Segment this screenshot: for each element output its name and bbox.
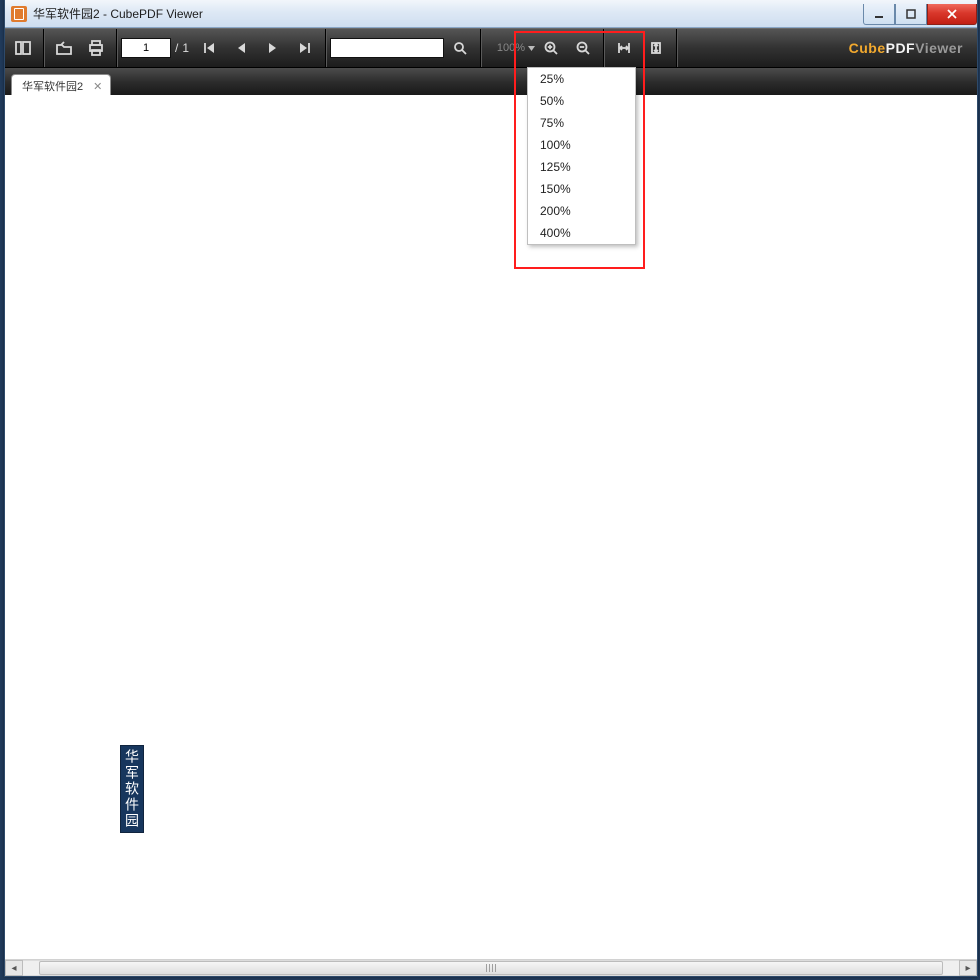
zoom-option[interactable]: 400% xyxy=(528,222,635,244)
zoom-option[interactable]: 75% xyxy=(528,112,635,134)
logo-part1: Cube xyxy=(849,40,886,56)
print-button[interactable] xyxy=(82,34,110,62)
horizontal-scrollbar[interactable]: ◂ ▸ xyxy=(5,959,977,976)
toolbar: / 1 xyxy=(5,28,977,68)
zoom-dropdown-arrow-icon[interactable] xyxy=(527,39,535,57)
document-body-text: 华军软件园 xyxy=(120,745,144,833)
previous-page-button[interactable] xyxy=(227,34,255,62)
app-icon xyxy=(11,6,27,22)
tab-close-icon[interactable]: ✕ xyxy=(93,80,102,93)
open-file-button[interactable] xyxy=(50,34,78,62)
zoom-option[interactable]: 200% xyxy=(528,200,635,222)
next-page-button[interactable] xyxy=(259,34,287,62)
search-button[interactable] xyxy=(446,34,474,62)
page-total: 1 xyxy=(182,41,189,55)
minimize-button[interactable] xyxy=(863,4,895,25)
zoom-option[interactable]: 50% xyxy=(528,90,635,112)
maximize-button[interactable] xyxy=(895,4,927,25)
zoom-out-button[interactable] xyxy=(569,34,597,62)
zoom-option[interactable]: 100% xyxy=(528,134,635,156)
product-logo: CubePDFViewer xyxy=(835,40,977,56)
first-page-button[interactable] xyxy=(195,34,223,62)
scrollbar-track[interactable] xyxy=(23,960,959,976)
scroll-left-button[interactable]: ◂ xyxy=(5,960,23,976)
scrollbar-thumb[interactable] xyxy=(39,961,943,975)
scroll-right-button[interactable]: ▸ xyxy=(959,960,977,976)
zoom-option[interactable]: 150% xyxy=(528,178,635,200)
titlebar: 华军软件园2 - CubePDF Viewer xyxy=(5,0,977,28)
logo-part2: PDF xyxy=(886,40,916,56)
close-button[interactable] xyxy=(927,4,977,25)
tab-strip: 华军软件园2 ✕ xyxy=(5,68,977,97)
zoom-dropdown-menu[interactable]: 25%50%75%100%125%150%200%400% xyxy=(527,67,636,245)
logo-part3: Viewer xyxy=(915,40,963,56)
last-page-button[interactable] xyxy=(291,34,319,62)
search-input[interactable] xyxy=(330,38,444,58)
fit-page-button[interactable] xyxy=(642,34,670,62)
sidebar-toggle-button[interactable] xyxy=(9,34,37,62)
zoom-option[interactable]: 25% xyxy=(528,68,635,90)
page-sep: / xyxy=(175,41,178,55)
fit-width-button[interactable] xyxy=(610,34,638,62)
zoom-in-button[interactable] xyxy=(537,34,565,62)
page-number-input[interactable] xyxy=(121,38,171,58)
document-viewport[interactable]: 华军软件园 xyxy=(5,95,977,960)
window-title: 华军软件园2 - CubePDF Viewer xyxy=(33,5,203,22)
zoom-input[interactable] xyxy=(485,39,527,57)
tab-label: 华军软件园2 xyxy=(22,78,83,94)
zoom-option[interactable]: 125% xyxy=(528,156,635,178)
document-tab[interactable]: 华军软件园2 ✕ xyxy=(11,74,111,97)
